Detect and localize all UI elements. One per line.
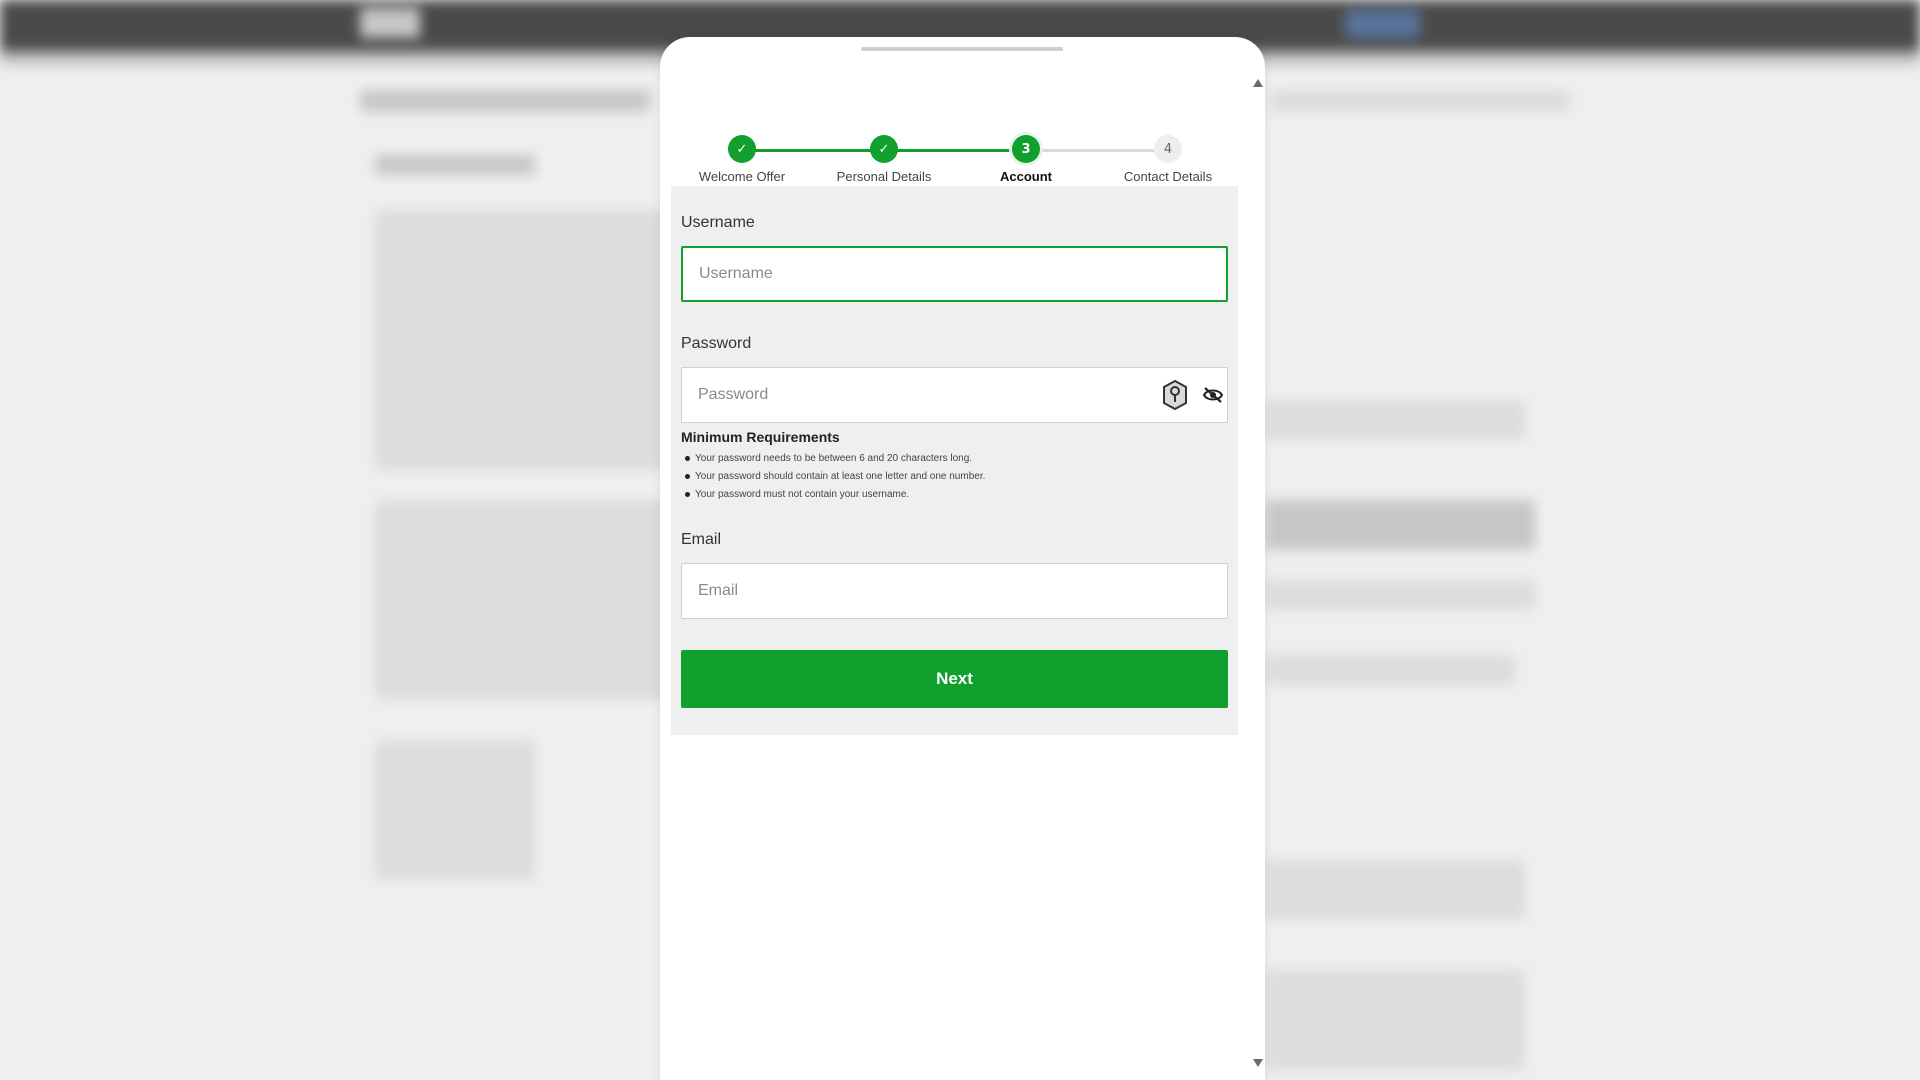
- username-input[interactable]: [681, 246, 1228, 302]
- registration-modal: ✓ Welcome Offer ✓ Personal Details 3 Acc…: [660, 37, 1265, 1080]
- eye-off-icon[interactable]: [1202, 386, 1224, 409]
- step-contact-details: 4 Contact Details: [1088, 135, 1248, 184]
- requirement-item: Your password should contain at least on…: [685, 468, 985, 486]
- requirement-item: Your password must not contain your user…: [685, 486, 985, 504]
- step-label: Contact Details: [1123, 169, 1213, 184]
- account-form: Username Password Minimum Requirements: [671, 186, 1238, 735]
- password-icons: [1162, 379, 1224, 415]
- scroll-up-arrow-icon[interactable]: [1253, 79, 1263, 87]
- requirements-title: Minimum Requirements: [681, 429, 840, 445]
- step-personal-details[interactable]: ✓ Personal Details: [804, 135, 964, 184]
- step-welcome-offer[interactable]: ✓ Welcome Offer: [662, 135, 822, 184]
- password-label: Password: [681, 335, 752, 352]
- step-label: Personal Details: [836, 169, 932, 184]
- step-number: 3: [1012, 135, 1040, 163]
- check-icon: ✓: [728, 135, 756, 163]
- username-label: Username: [681, 214, 755, 231]
- requirement-item: Your password needs to be between 6 and …: [685, 450, 985, 468]
- password-input[interactable]: [681, 367, 1228, 423]
- step-label: Welcome Offer: [698, 169, 786, 184]
- email-label: Email: [681, 531, 722, 548]
- password-key-icon[interactable]: [1162, 379, 1188, 415]
- drag-handle[interactable]: [861, 47, 1063, 51]
- step-number: 4: [1154, 135, 1182, 163]
- scroll-down-arrow-icon[interactable]: [1253, 1059, 1263, 1067]
- check-icon: ✓: [870, 135, 898, 163]
- requirements-list: Your password needs to be between 6 and …: [685, 450, 985, 504]
- email-input[interactable]: [681, 563, 1228, 619]
- next-button[interactable]: Next: [681, 650, 1228, 708]
